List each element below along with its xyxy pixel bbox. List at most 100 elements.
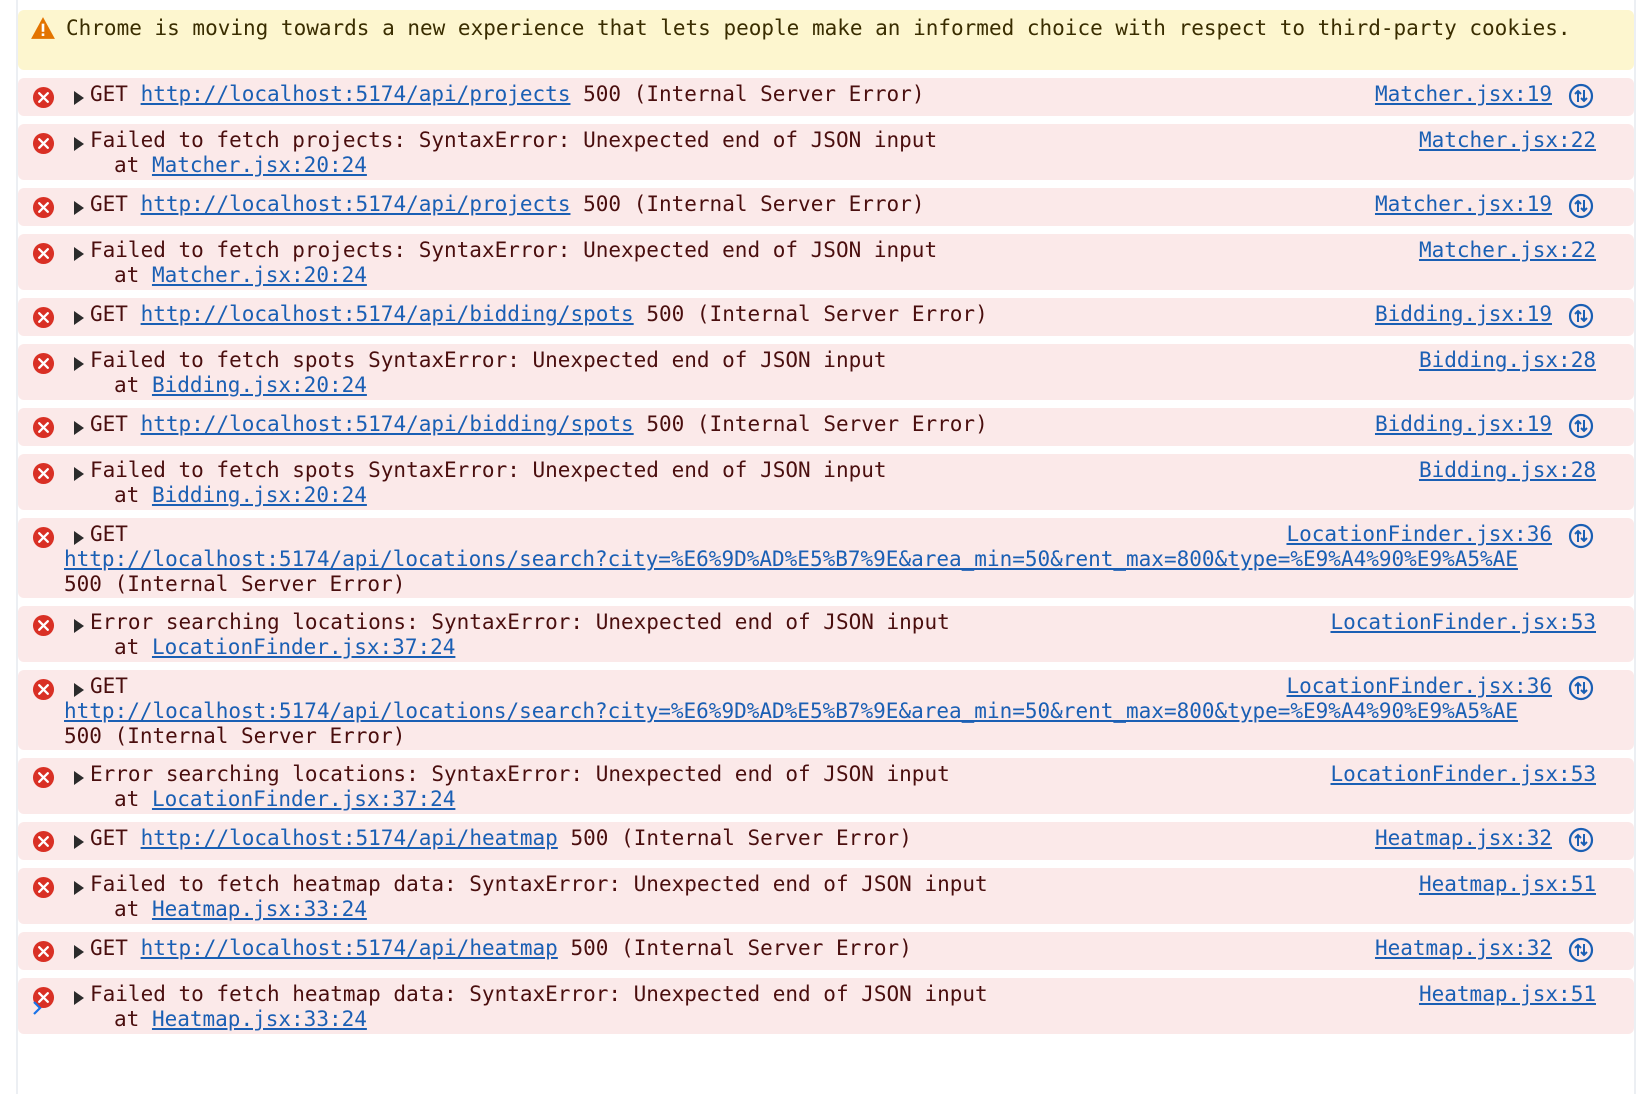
source-link[interactable]: LocationFinder.jsx:53 bbox=[1330, 762, 1596, 787]
log-message: Failed to fetch spots SyntaxError: Unexp… bbox=[90, 348, 1634, 398]
network-request-icon[interactable] bbox=[1568, 827, 1594, 853]
expand-triangle-icon[interactable] bbox=[74, 619, 84, 633]
expand-triangle-icon[interactable] bbox=[74, 881, 84, 895]
expand-triangle-icon[interactable] bbox=[74, 201, 84, 215]
request-method: GET bbox=[90, 192, 128, 216]
log-message: Failed to fetch heatmap data: SyntaxErro… bbox=[90, 872, 1634, 922]
network-error-row[interactable]: GET http://localhost:5174/api/bidding/sp… bbox=[18, 408, 1634, 446]
error-text: Error searching locations: SyntaxError: … bbox=[90, 762, 950, 786]
error-circle-icon bbox=[32, 352, 55, 375]
expand-triangle-icon[interactable] bbox=[74, 421, 84, 435]
source-link[interactable]: Matcher.jsx:22 bbox=[1419, 238, 1596, 263]
request-url-link[interactable]: http://localhost:5174/api/locations/sear… bbox=[64, 699, 1518, 723]
request-url-link[interactable]: http://localhost:5174/api/projects bbox=[141, 82, 571, 106]
network-request-icon[interactable] bbox=[1568, 937, 1594, 963]
source-link[interactable]: Heatmap.jsx:32 bbox=[1375, 936, 1552, 961]
error-log-row[interactable]: Error searching locations: SyntaxError: … bbox=[18, 606, 1634, 662]
expand-triangle-icon[interactable] bbox=[74, 771, 84, 785]
source-link[interactable]: Matcher.jsx:19 bbox=[1375, 192, 1552, 217]
network-request-icon[interactable] bbox=[1568, 303, 1594, 329]
error-circle-icon bbox=[32, 830, 55, 853]
stack-frame-link[interactable]: Bidding.jsx:20:24 bbox=[152, 373, 367, 397]
network-error-row[interactable]: GET http://localhost:5174/api/heatmap 50… bbox=[18, 932, 1634, 970]
network-error-row[interactable]: GET http://localhost:5174/api/locations/s… bbox=[18, 518, 1634, 598]
request-method: GET bbox=[90, 302, 128, 326]
log-message: Failed to fetch heatmap data: SyntaxErro… bbox=[90, 982, 1634, 1032]
source-link[interactable]: Matcher.jsx:19 bbox=[1375, 82, 1552, 107]
source-link[interactable]: Heatmap.jsx:32 bbox=[1375, 826, 1552, 851]
error-circle-icon bbox=[32, 132, 55, 155]
error-text: Failed to fetch heatmap data: SyntaxErro… bbox=[90, 982, 988, 1006]
network-request-icon[interactable] bbox=[1568, 193, 1594, 219]
source-link[interactable]: Bidding.jsx:19 bbox=[1375, 302, 1552, 327]
error-circle-icon bbox=[32, 242, 55, 265]
source-link[interactable]: LocationFinder.jsx:53 bbox=[1330, 610, 1596, 635]
error-log-row[interactable]: Failed to fetch spots SyntaxError: Unexp… bbox=[18, 344, 1634, 400]
source-link[interactable]: Heatmap.jsx:51 bbox=[1419, 872, 1596, 897]
response-status: 500 (Internal Server Error) bbox=[646, 302, 988, 326]
response-status: 500 (Internal Server Error) bbox=[646, 412, 988, 436]
error-circle-icon bbox=[32, 678, 55, 701]
request-url-link[interactable]: http://localhost:5174/api/locations/sear… bbox=[64, 547, 1518, 571]
stack-frame-link[interactable]: Matcher.jsx:20:24 bbox=[152, 263, 367, 287]
error-text: Failed to fetch projects: SyntaxError: U… bbox=[90, 128, 938, 152]
expand-triangle-icon[interactable] bbox=[74, 531, 84, 545]
warning-text: Chrome is moving towards a new experienc… bbox=[66, 16, 1571, 40]
expand-triangle-icon[interactable] bbox=[74, 137, 84, 151]
error-text: Failed to fetch spots SyntaxError: Unexp… bbox=[90, 458, 887, 482]
request-url-link[interactable]: http://localhost:5174/api/projects bbox=[141, 192, 571, 216]
stack-frame-link[interactable]: Bidding.jsx:20:24 bbox=[152, 483, 367, 507]
stack-frame: at LocationFinder.jsx:37:24 bbox=[114, 787, 456, 811]
network-error-row[interactable]: GET http://localhost:5174/api/heatmap 50… bbox=[18, 822, 1634, 860]
network-error-row[interactable]: GET http://localhost:5174/api/projects 5… bbox=[18, 188, 1634, 226]
expand-triangle-icon[interactable] bbox=[74, 247, 84, 261]
stack-frame-link[interactable]: LocationFinder.jsx:37:24 bbox=[152, 787, 455, 811]
expand-triangle-icon[interactable] bbox=[74, 835, 84, 849]
stack-frame: at Bidding.jsx:20:24 bbox=[114, 483, 367, 507]
expand-triangle-icon[interactable] bbox=[74, 91, 84, 105]
stack-frame: at Matcher.jsx:20:24 bbox=[114, 263, 367, 287]
network-request-icon[interactable] bbox=[1568, 675, 1594, 701]
expand-triangle-icon[interactable] bbox=[74, 991, 84, 1005]
error-text: Error searching locations: SyntaxError: … bbox=[90, 610, 950, 634]
error-circle-icon bbox=[32, 196, 55, 219]
response-status: 500 (Internal Server Error) bbox=[583, 82, 925, 106]
expand-triangle-icon[interactable] bbox=[74, 467, 84, 481]
source-link[interactable]: Bidding.jsx:28 bbox=[1419, 348, 1596, 373]
network-error-row[interactable]: GET http://localhost:5174/api/projects 5… bbox=[18, 78, 1634, 116]
console-prompt-chevron-icon[interactable] bbox=[30, 1000, 44, 1016]
error-log-row[interactable]: Failed to fetch projects: SyntaxError: U… bbox=[18, 124, 1634, 180]
error-log-row[interactable]: Error searching locations: SyntaxError: … bbox=[18, 758, 1634, 814]
error-circle-icon bbox=[32, 614, 55, 637]
network-request-icon[interactable] bbox=[1568, 83, 1594, 109]
error-log-row[interactable]: Failed to fetch heatmap data: SyntaxErro… bbox=[18, 978, 1634, 1034]
expand-triangle-icon[interactable] bbox=[74, 357, 84, 371]
stack-frame-link[interactable]: Heatmap.jsx:33:24 bbox=[152, 897, 367, 921]
error-log-row[interactable]: Failed to fetch spots SyntaxError: Unexp… bbox=[18, 454, 1634, 510]
expand-triangle-icon[interactable] bbox=[74, 945, 84, 959]
request-url-link[interactable]: http://localhost:5174/api/heatmap bbox=[141, 936, 558, 960]
request-url-link[interactable]: http://localhost:5174/api/bidding/spots bbox=[141, 302, 634, 326]
error-log-row[interactable]: Failed to fetch projects: SyntaxError: U… bbox=[18, 234, 1634, 290]
source-link[interactable]: LocationFinder.jsx:36 bbox=[1286, 522, 1552, 547]
stack-frame-link[interactable]: Heatmap.jsx:33:24 bbox=[152, 1007, 367, 1031]
expand-triangle-icon[interactable] bbox=[74, 683, 84, 697]
request-url-link[interactable]: http://localhost:5174/api/heatmap bbox=[141, 826, 558, 850]
error-log-row[interactable]: Failed to fetch heatmap data: SyntaxErro… bbox=[18, 868, 1634, 924]
expand-triangle-icon[interactable] bbox=[74, 311, 84, 325]
stack-frame-link[interactable]: Matcher.jsx:20:24 bbox=[152, 153, 367, 177]
request-url-link[interactable]: http://localhost:5174/api/bidding/spots bbox=[141, 412, 634, 436]
source-link[interactable]: Bidding.jsx:28 bbox=[1419, 458, 1596, 483]
response-status: 500 (Internal Server Error) bbox=[583, 192, 925, 216]
network-error-row[interactable]: GET http://localhost:5174/api/bidding/sp… bbox=[18, 298, 1634, 336]
response-status: 500 (Internal Server Error) bbox=[570, 936, 912, 960]
network-request-icon[interactable] bbox=[1568, 523, 1594, 549]
network-error-row[interactable]: GET http://localhost:5174/api/locations/s… bbox=[18, 670, 1634, 750]
request-method: GET bbox=[90, 936, 128, 960]
network-request-icon[interactable] bbox=[1568, 413, 1594, 439]
stack-frame-link[interactable]: LocationFinder.jsx:37:24 bbox=[152, 635, 455, 659]
source-link[interactable]: Bidding.jsx:19 bbox=[1375, 412, 1552, 437]
source-link[interactable]: Heatmap.jsx:51 bbox=[1419, 982, 1596, 1007]
source-link[interactable]: Matcher.jsx:22 bbox=[1419, 128, 1596, 153]
source-link[interactable]: LocationFinder.jsx:36 bbox=[1286, 674, 1552, 699]
